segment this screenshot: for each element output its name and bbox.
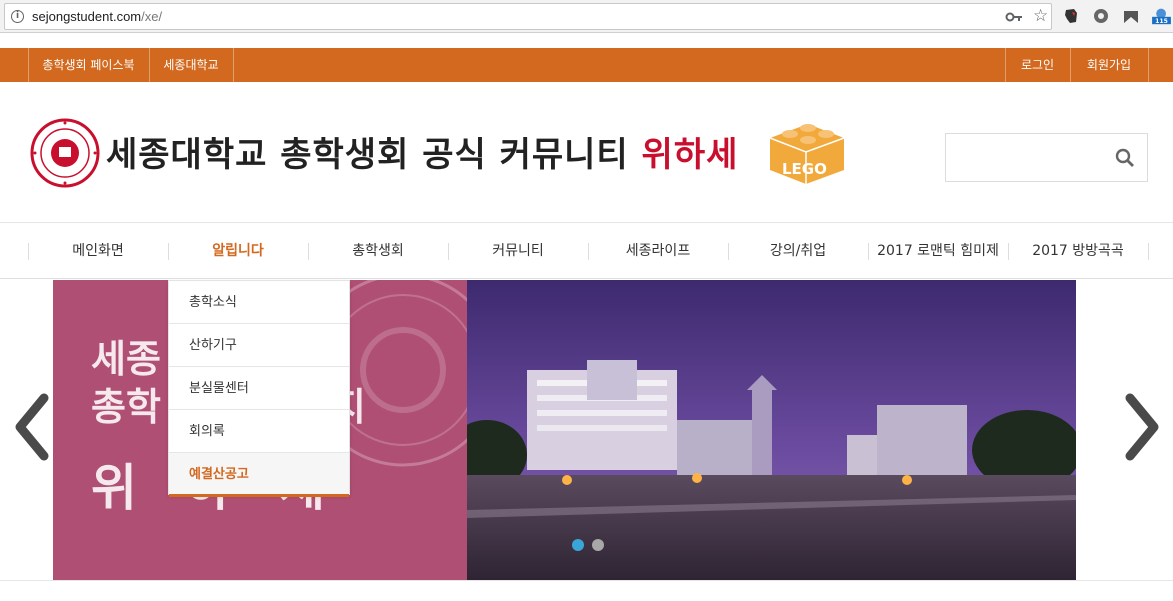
nav-item-community[interactable]: 커뮤니티 (448, 223, 588, 280)
address-bar[interactable]: i sejongstudent.com/xe/ ☆ (4, 3, 1052, 30)
slide-heading-line2-start: 총학 (91, 385, 161, 429)
slider-prev-arrow-icon[interactable] (10, 392, 54, 462)
main-navigation: 메인화면 알립니다 총학생회 커뮤니티 세종라이프 강의/취업 2017 로맨틱… (0, 222, 1173, 279)
divider (1148, 243, 1149, 260)
lego-text: LEGO (782, 160, 827, 178)
extension-badge-icon[interactable]: 115 (1150, 7, 1173, 25)
search-input[interactable] (946, 134, 1106, 181)
lego-logo[interactable]: LEGO (760, 118, 846, 188)
extension-badge-count: 115 (1155, 18, 1168, 25)
search-icon[interactable] (1115, 148, 1135, 168)
dropdown-item-minutes[interactable]: 회의록 (169, 410, 349, 453)
divider (0, 580, 1173, 581)
nav-item-main[interactable]: 메인화면 (28, 223, 168, 280)
divider (1148, 48, 1149, 82)
info-icon[interactable]: i (11, 10, 24, 23)
university-seal-logo[interactable] (30, 118, 100, 188)
bookmark-star-icon[interactable]: ☆ (1033, 6, 1048, 26)
campus-night-photo (467, 280, 1076, 580)
extension-gear-icon[interactable] (1092, 7, 1110, 25)
slider-next-arrow-icon[interactable] (1120, 392, 1164, 462)
nav-item-notices[interactable]: 알립니다 (168, 223, 308, 280)
nav-item-lecture-jobs[interactable]: 강의/취업 (728, 223, 868, 280)
key-icon[interactable] (1005, 9, 1023, 25)
nav-item-sejong-life[interactable]: 세종라이프 (588, 223, 728, 280)
url-host: sejongstudent.com (32, 9, 142, 24)
link-facebook[interactable]: 총학생회 페이스북 (28, 48, 149, 82)
nav-item-student-council[interactable]: 총학생회 (308, 223, 448, 280)
slider-dot-1[interactable] (572, 539, 584, 551)
dropdown-item-affiliated-orgs[interactable]: 산하기구 (169, 324, 349, 367)
extension-shape-icon[interactable] (1122, 7, 1140, 25)
slider-dot-2[interactable] (592, 539, 604, 551)
nav-item-romantic[interactable]: 2017 로맨틱 힘미제 (868, 223, 1008, 280)
notices-dropdown-menu: 총학소식 산하기구 분실물센터 회의록 예결산공고 (168, 280, 350, 497)
extension-evernote-icon[interactable] (1062, 7, 1080, 25)
nav-item-bangbang[interactable]: 2017 방방곡곡 (1008, 223, 1148, 280)
divider (233, 48, 234, 82)
dropdown-item-budget-notice[interactable]: 예결산공고 (169, 453, 349, 497)
link-sejong-university[interactable]: 세종대학교 (149, 48, 233, 82)
dropdown-item-council-news[interactable]: 총학소식 (169, 281, 349, 324)
site-title-accent: 위하세 (641, 135, 739, 175)
browser-toolbar: i sejongstudent.com/xe/ ☆ 115 (0, 0, 1173, 33)
signup-link[interactable]: 회원가입 (1070, 48, 1148, 82)
site-title[interactable]: 세종대학교 총학생회 공식 커뮤니티 위하세 (106, 127, 738, 176)
url-path: /xe/ (141, 9, 163, 24)
search-box[interactable] (945, 133, 1148, 182)
login-link[interactable]: 로그인 (1005, 48, 1070, 82)
slide-heading-line1: 세종 (91, 337, 161, 381)
url-text[interactable]: sejongstudent.com/xe/ (32, 9, 162, 24)
dropdown-item-lost-and-found[interactable]: 분실물센터 (169, 367, 349, 410)
site-title-main: 세종대학교 총학생회 공식 커뮤니티 (106, 135, 642, 175)
top-utility-bar: 총학생회 페이스북 세종대학교 로그인 회원가입 (0, 48, 1173, 82)
